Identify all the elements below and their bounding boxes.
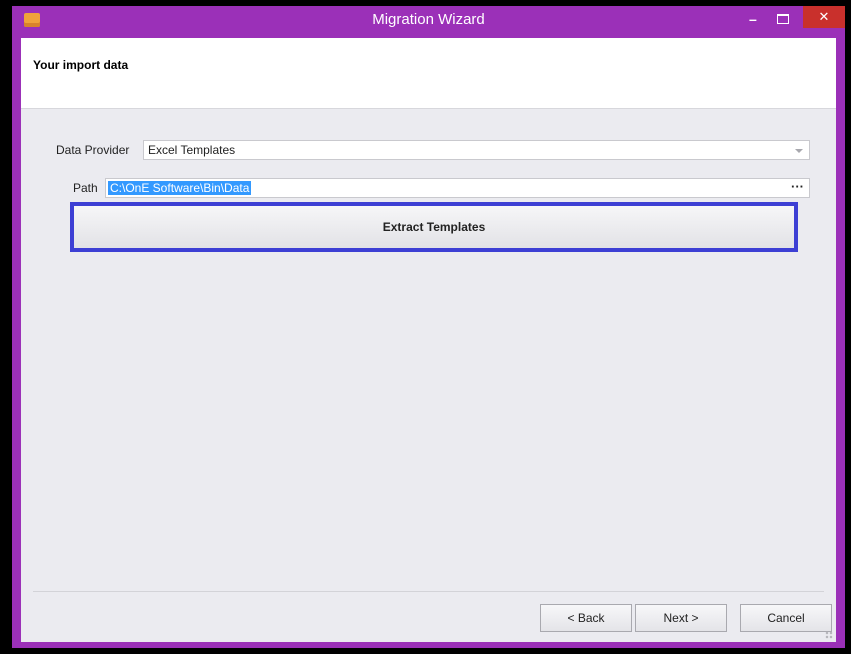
- extract-templates-label: Extract Templates: [382, 220, 486, 234]
- chevron-down-icon[interactable]: [795, 149, 803, 153]
- resize-grip[interactable]: [825, 631, 833, 639]
- next-button[interactable]: Next >: [635, 604, 727, 632]
- path-value[interactable]: C:\OnE Software\Bin\Data: [108, 181, 252, 195]
- path-input[interactable]: C:\OnE Software\Bin\Data ···: [105, 178, 810, 198]
- data-provider-label: Data Provider: [56, 143, 130, 157]
- data-provider-select[interactable]: Excel Templates: [143, 140, 810, 160]
- maximize-icon: [777, 14, 789, 24]
- close-button[interactable]: ✕: [803, 6, 845, 28]
- title-bar[interactable]: Migration Wizard – ✕: [12, 6, 845, 38]
- extract-templates-button[interactable]: Extract Templates: [70, 202, 798, 252]
- migration-wizard-window: Migration Wizard – ✕ Your import data Da…: [12, 6, 845, 648]
- back-button[interactable]: < Back: [540, 604, 632, 632]
- browse-button[interactable]: ···: [791, 179, 804, 194]
- data-provider-value: Excel Templates: [148, 143, 236, 157]
- minimize-button[interactable]: –: [749, 11, 757, 27]
- cancel-button[interactable]: Cancel: [740, 604, 832, 632]
- footer-divider: [33, 591, 824, 592]
- page-title: Your import data: [33, 58, 129, 72]
- wizard-client-area: Your import data Data Provider Excel Tem…: [21, 38, 836, 642]
- path-label: Path: [73, 181, 98, 195]
- window-title: Migration Wizard: [372, 11, 485, 28]
- wizard-header: Your import data: [21, 38, 836, 109]
- maximize-button[interactable]: [769, 11, 799, 27]
